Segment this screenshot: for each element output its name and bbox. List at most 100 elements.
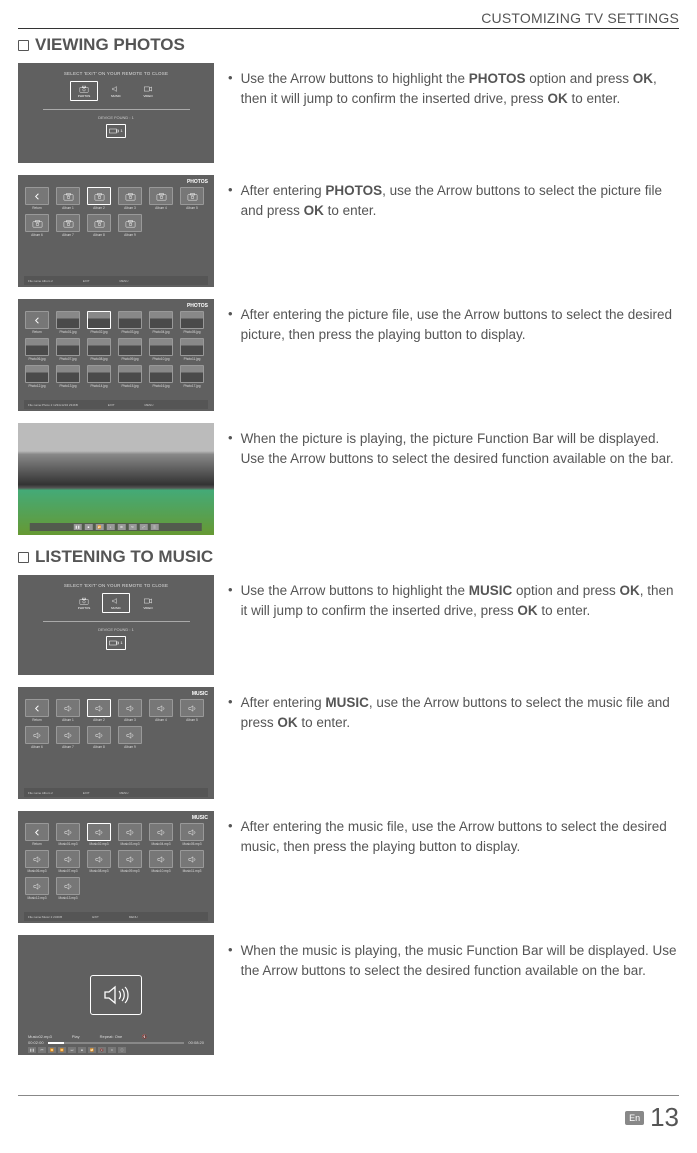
grid-item[interactable]: Album 7 [55, 214, 81, 237]
mute-icon: 🔇 [142, 1034, 147, 1039]
func-btn[interactable]: ⏪ [48, 1047, 56, 1053]
grid-item[interactable]: Photo06.jpg [24, 338, 50, 361]
tab-video[interactable]: VIDEO [134, 81, 162, 101]
grid-item[interactable]: Album 7 [55, 726, 81, 749]
grid-item-label: Album 8 [93, 233, 105, 237]
header-title: CUSTOMIZING TV SETTINGS [18, 10, 679, 28]
grid-item[interactable]: Photo07.jpg [55, 338, 81, 361]
grid-item[interactable]: Album 6 [24, 726, 50, 749]
grid-item[interactable]: Photo04.jpg [148, 311, 174, 334]
grid-item[interactable]: Photo12.jpg [24, 365, 50, 388]
grid-item[interactable]: Photo03.jpg [117, 311, 143, 334]
grid-item[interactable]: Album 8 [86, 726, 112, 749]
func-btn[interactable]: ⏮ [38, 1047, 46, 1053]
step-text: When the music is playing, the music Fun… [241, 941, 679, 980]
grid-item[interactable]: Music05.mp3 [179, 823, 205, 846]
grid-item[interactable]: Music11.mp3 [179, 850, 205, 873]
grid-item[interactable]: Photo02.jpg [86, 311, 112, 334]
grid-item[interactable]: Album 4 [148, 187, 174, 210]
grid-item[interactable]: Music01.mp3 [55, 823, 81, 846]
func-btn[interactable]: 🔇 [98, 1047, 106, 1053]
func-btn[interactable]: ≡ [108, 1047, 116, 1053]
footer-key-exit: EXIT [83, 279, 90, 283]
usb-drive-icon[interactable]: 1 [106, 636, 126, 650]
grid-item[interactable]: Photo13.jpg [55, 365, 81, 388]
music-track-screenshot: MUSIC ReturnMusic01.mp3Music02.mp3Music0… [18, 811, 214, 923]
music-function-bar[interactable]: ❚❚⏮⏪⏩⏭■🔁🔇≡ⓘ [28, 1047, 126, 1053]
func-btn[interactable]: ■ [85, 524, 93, 530]
tab-video[interactable]: VIDEO [134, 593, 162, 613]
grid-item-label: Photo01.jpg [59, 330, 76, 334]
grid-item[interactable]: Return [24, 311, 50, 334]
func-btn[interactable]: 🔁 [96, 524, 104, 530]
grid-item[interactable]: Photo09.jpg [117, 338, 143, 361]
grid-item[interactable]: Album 9 [117, 214, 143, 237]
grid-item[interactable]: Photo15.jpg [117, 365, 143, 388]
grid-item-label: Music05.mp3 [183, 842, 202, 846]
progress-track[interactable] [48, 1042, 185, 1044]
func-btn[interactable]: ⓘ [151, 524, 159, 530]
grid-item[interactable]: Album 5 [179, 187, 205, 210]
grid-item[interactable]: Photo05.jpg [179, 311, 205, 334]
usb-drive-icon[interactable]: 1 [106, 124, 126, 138]
func-btn[interactable]: ⏭ [68, 1047, 76, 1053]
grid-item[interactable]: Music02.mp3 [86, 823, 112, 846]
grid-item-box [118, 699, 142, 717]
grid-item[interactable]: Album 5 [179, 699, 205, 722]
func-btn[interactable]: ■ [78, 1047, 86, 1053]
func-btn[interactable]: ❚❚ [28, 1047, 36, 1053]
tab-photos[interactable]: PHOTOS [70, 593, 98, 613]
grid-item[interactable]: Album 6 [24, 214, 50, 237]
photos-menu-screenshot: SELECT 'EXIT' ON YOUR REMOTE TO CLOSE PH… [18, 63, 214, 163]
grid-item-box [149, 699, 173, 717]
grid-item[interactable]: Album 3 [117, 187, 143, 210]
grid-item[interactable]: Photo10.jpg [148, 338, 174, 361]
grid-item[interactable]: Music04.mp3 [148, 823, 174, 846]
grid-item-label: Photo03.jpg [121, 330, 138, 334]
func-btn[interactable]: ♪ [107, 524, 115, 530]
grid-item-box [87, 823, 111, 841]
func-btn[interactable]: ⏩ [58, 1047, 66, 1053]
grid-item[interactable]: Music03.mp3 [117, 823, 143, 846]
func-btn[interactable]: ❚❚ [74, 524, 82, 530]
grid-item[interactable]: Music10.mp3 [148, 850, 174, 873]
grid-item[interactable]: Album 2 [86, 187, 112, 210]
grid-item[interactable]: Music07.mp3 [55, 850, 81, 873]
grid-item[interactable]: Return [24, 187, 50, 210]
grid-item[interactable]: Music08.mp3 [86, 850, 112, 873]
grid-item[interactable]: Album 4 [148, 699, 174, 722]
func-btn[interactable]: ↻ [129, 524, 137, 530]
func-btn[interactable]: ⓘ [118, 1047, 126, 1053]
grid-item[interactable]: Music12.mp3 [24, 877, 50, 900]
tab-music[interactable]: MUSIC [102, 593, 130, 613]
func-btn[interactable]: ⚙ [118, 524, 126, 530]
grid-item[interactable]: Photo17.jpg [179, 365, 205, 388]
grid-item[interactable]: Album 1 [55, 187, 81, 210]
grid-item[interactable]: Photo11.jpg [179, 338, 205, 361]
grid-item[interactable]: Album 9 [117, 726, 143, 749]
usb-icon [109, 640, 119, 646]
tab-photos[interactable]: PHOTOS [70, 81, 98, 101]
footer-file: File name:Music 2 234KB [28, 915, 62, 919]
func-btn[interactable]: 🔁 [88, 1047, 96, 1053]
grid-item[interactable]: Music09.mp3 [117, 850, 143, 873]
tab-music[interactable]: MUSIC [102, 81, 130, 101]
grid-item[interactable]: Album 3 [117, 699, 143, 722]
grid-item[interactable]: Album 2 [86, 699, 112, 722]
grid-item[interactable]: Photo08.jpg [86, 338, 112, 361]
grid-item[interactable]: Album 1 [55, 699, 81, 722]
grid-item[interactable]: Photo16.jpg [148, 365, 174, 388]
grid-item[interactable]: Photo14.jpg [86, 365, 112, 388]
photo-function-bar[interactable]: ❚❚■🔁♪⚙↻⤢ⓘ [30, 523, 202, 531]
grid-item[interactable]: Music13.mp3 [55, 877, 81, 900]
grid-item[interactable]: Photo01.jpg [55, 311, 81, 334]
grid-item[interactable]: Album 8 [86, 214, 112, 237]
grid-item[interactable]: Music06.mp3 [24, 850, 50, 873]
grid-item-box [149, 311, 173, 329]
grid-item-label: Album 7 [62, 745, 74, 749]
func-btn[interactable]: ⤢ [140, 524, 148, 530]
grid-item-box [149, 338, 173, 356]
grid-item[interactable]: Return [24, 823, 50, 846]
grid-item[interactable]: Return [24, 699, 50, 722]
photos-title: VIEWING PHOTOS [35, 35, 185, 55]
